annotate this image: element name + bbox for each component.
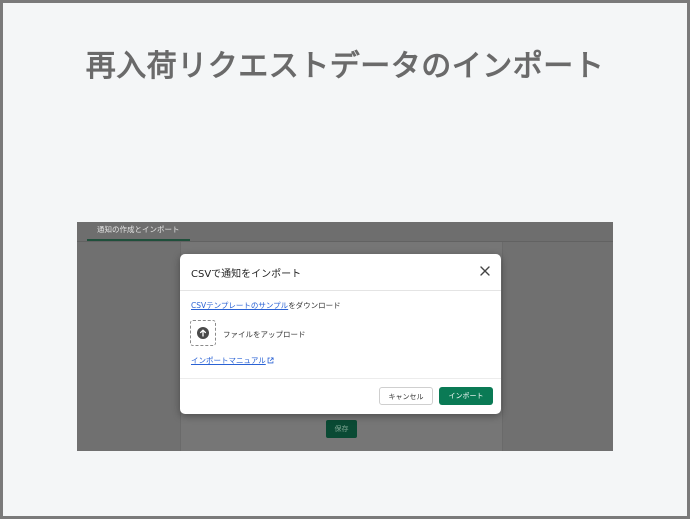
cancel-button[interactable]: キャンセル [379,387,433,405]
tab-create-and-import[interactable]: 通知の作成とインポート [87,224,190,241]
upload-label: ファイルをアップロード [223,330,306,339]
upload-icon [197,327,209,339]
import-manual-link[interactable]: インポートマニュアル [191,356,266,365]
slide: 再入荷リクエストデータのインポート 通知の作成とインポート 保存 CSVで通知を… [3,3,687,516]
external-link-icon [267,357,274,364]
modal-header: CSVで通知をインポート [180,254,501,291]
import-manual-row: インポートマニュアル [191,355,274,366]
file-dropzone[interactable] [190,320,216,346]
close-icon [480,266,490,276]
app-screenshot: 通知の作成とインポート 保存 CSVで通知をインポート CSVテンプレートのサン… [77,222,613,451]
csv-template-sample-link[interactable]: CSVテンプレートのサンプル [191,301,288,310]
modal-footer: キャンセル インポート [180,378,501,415]
import-csv-modal: CSVで通知をインポート CSVテンプレートのサンプルをダウンロード ファイルを… [180,254,501,414]
background-tab-bar: 通知の作成とインポート [77,222,613,242]
download-row: CSVテンプレートのサンプルをダウンロード [191,300,341,311]
slide-title: 再入荷リクエストデータのインポート [85,49,605,84]
modal-title: CSVで通知をインポート [191,269,302,280]
import-button[interactable]: インポート [439,387,493,405]
download-suffix: をダウンロード [288,301,341,310]
background-save-button[interactable]: 保存 [326,420,357,438]
close-button[interactable] [477,263,493,279]
